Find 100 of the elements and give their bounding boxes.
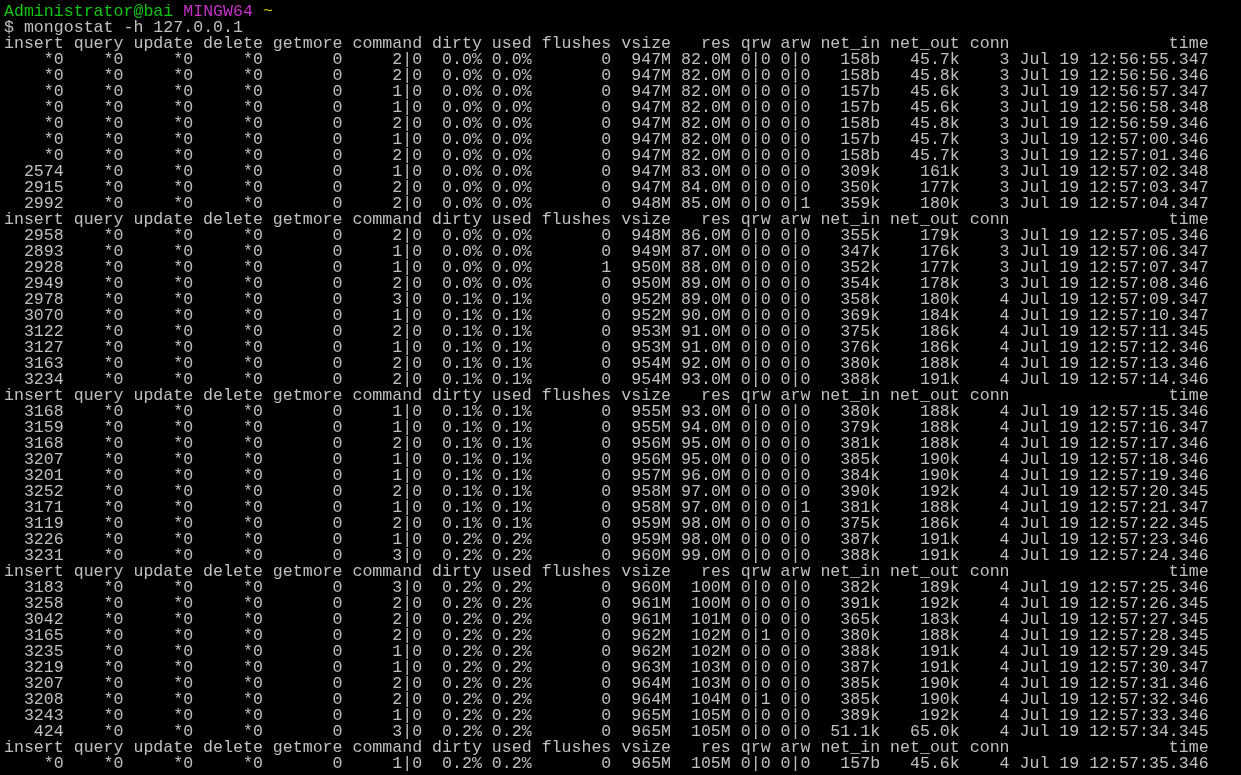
column-header: vsize: [621, 36, 672, 52]
table-cell-text: 0: [331, 452, 343, 468]
table-cell: Jul 19 12:57:20.345: [1019, 484, 1209, 500]
table-cell-text: 0.2%: [441, 692, 482, 708]
table-cell-text: 384k: [839, 468, 881, 484]
column-header: res: [699, 212, 731, 228]
table-cell-text: *0: [173, 580, 194, 596]
table-cell-text: 3: [998, 148, 1010, 164]
table-cell-text: 0: [600, 628, 612, 644]
table-cell-text: 0: [331, 420, 343, 436]
table-cell-text: 4: [998, 308, 1010, 324]
table-cell: 91.0M: [681, 340, 731, 356]
column-header: res: [699, 740, 731, 756]
table-cell-text: 355k: [839, 228, 881, 244]
table-cell-text: *0: [102, 436, 124, 452]
table-cell: 0.1%: [491, 308, 532, 324]
table-cell-text: 158b: [839, 116, 881, 132]
table-cell-text: 3208: [22, 692, 64, 708]
table-cell-text: 190k: [918, 692, 960, 708]
table-cell-text: 3: [998, 132, 1010, 148]
table-cell-text: 0: [600, 708, 612, 724]
table-cell: Jul 19 12:57:01.346: [1019, 148, 1209, 164]
table-cell-text: 157b: [839, 100, 881, 116]
table-cell: 0|0: [780, 708, 811, 724]
table-cell-text: *0: [241, 644, 263, 660]
column-header: flushes: [541, 564, 612, 580]
table-cell: Jul 19 12:56:56.346: [1019, 68, 1209, 84]
column-header: delete: [203, 212, 263, 228]
table-cell-text: 2915: [22, 180, 64, 196]
table-cell-text: 105M: [689, 708, 731, 724]
table-cell-text: 4: [998, 644, 1010, 660]
table-cell-text: 0.0%: [441, 148, 482, 164]
table-cell-text: 961M: [630, 612, 672, 628]
table-cell-text: 2|0: [391, 68, 423, 84]
table-cell-text: 0: [331, 308, 343, 324]
table-cell: 0|0: [780, 164, 811, 180]
table-cell: 0|0: [780, 68, 811, 84]
table-cell: 91.0M: [681, 324, 731, 340]
table-cell-text: *0: [102, 644, 124, 660]
table-cell-text: 4: [998, 660, 1010, 676]
table-cell-text: 0: [600, 644, 612, 660]
table-cell-text: *0: [102, 116, 124, 132]
table-cell: 0|1: [740, 628, 771, 644]
table-cell-text: 2893: [22, 244, 64, 260]
table-cell: Jul 19 12:57:28.345: [1019, 628, 1209, 644]
table-cell-text: 0: [600, 500, 612, 516]
table-cell-text: 959M: [630, 532, 672, 548]
table-cell-text: 0: [331, 692, 343, 708]
table-cell-text: *0: [241, 340, 263, 356]
table-cell-text: 0: [600, 116, 612, 132]
table-cell-text: 2|0: [391, 692, 423, 708]
column-header: flushes: [541, 212, 612, 228]
table-cell-text: *0: [102, 548, 124, 564]
table-cell-text: *0: [172, 452, 194, 468]
table-cell-text: 4: [998, 676, 1010, 692]
table-cell-text: 0: [600, 580, 612, 596]
column-header: insert: [4, 740, 64, 756]
table-cell: 0|0: [780, 468, 811, 484]
table-cell-text: *0: [172, 324, 194, 340]
table-cell-text: 0: [600, 52, 612, 68]
table-cell: Jul 19 12:57:07.347: [1019, 260, 1209, 276]
table-cell-text: 3: [998, 180, 1010, 196]
table-cell-text: 956M: [630, 452, 672, 468]
table-cell-text: 2|0: [392, 196, 423, 212]
table-cell-text: 365k: [839, 612, 881, 628]
table-cell: Jul 19 12:57:18.346: [1019, 452, 1209, 468]
table-cell-text: 387k: [839, 660, 881, 676]
table-cell-text: 955M: [630, 404, 672, 420]
table-cell-text: *0: [241, 612, 263, 628]
column-header: flushes: [541, 36, 612, 52]
table-cell-text: *0: [42, 148, 64, 164]
table-cell: Jul 19 12:57:30.347: [1019, 660, 1209, 676]
table-cell: 0.0%: [491, 148, 532, 164]
table-cell: 0.0%: [491, 52, 532, 68]
column-header: insert: [4, 36, 64, 52]
table-cell-text: 0: [331, 84, 343, 100]
column-header: vsize: [621, 740, 672, 756]
table-cell-text: 0: [600, 356, 612, 372]
table-cell-text: 188k: [918, 436, 960, 452]
column-header: conn: [969, 388, 1010, 404]
table-cell-text: 3: [998, 116, 1010, 132]
table-cell: 0|0: [740, 292, 771, 308]
table-cell-text: *0: [102, 148, 124, 164]
table-cell-text: 0: [331, 276, 343, 292]
table-cell-text: 380k: [839, 628, 881, 644]
table-cell-text: 0: [332, 228, 343, 244]
table-cell: 0.0%: [491, 196, 532, 212]
table-cell-text: 45.8k: [908, 68, 960, 84]
column-header: arw: [780, 212, 811, 228]
column-header: flushes: [541, 388, 612, 404]
table-cell-text: 45.7k: [908, 52, 960, 68]
table-cell-text: *0: [102, 324, 124, 340]
table-cell-text: 4: [998, 468, 1010, 484]
table-cell: 0|0: [740, 324, 771, 340]
table-cell-text: 0: [600, 324, 612, 340]
table-cell-text: *0: [172, 148, 194, 164]
table-cell-text: 102M: [689, 644, 731, 660]
table-cell-text: 0: [331, 260, 343, 276]
table-cell-text: 0: [600, 292, 612, 308]
column-header: qrw: [740, 36, 771, 52]
